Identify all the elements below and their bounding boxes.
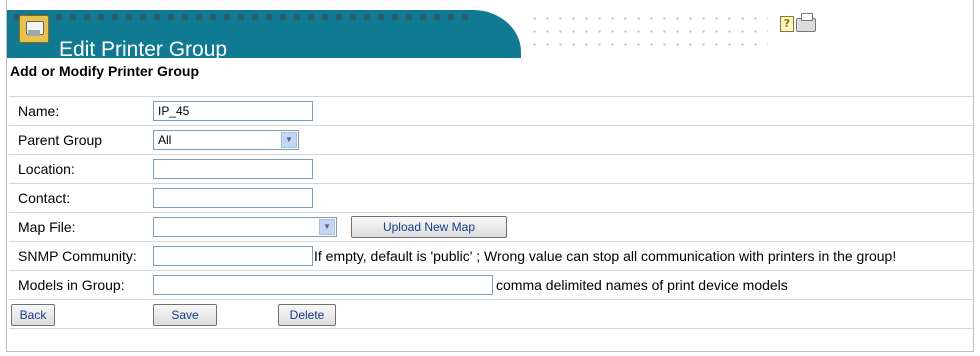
contact-label: Contact: (18, 190, 71, 206)
snmp-community-row: SNMP Community: If empty, default is 'pu… (9, 241, 975, 270)
dot-pattern (528, 12, 768, 56)
name-row: Name: IP_45 (9, 96, 975, 125)
location-row: Location: (9, 154, 975, 183)
name-input[interactable]: IP_45 (153, 101, 313, 121)
contact-input[interactable] (153, 188, 313, 208)
header-banner: Edit Printer Group (7, 10, 521, 58)
location-input[interactable] (153, 159, 313, 179)
models-label: Models in Group: (18, 277, 125, 293)
map-file-select[interactable]: ▼ (153, 217, 337, 237)
contact-row: Contact: (9, 183, 975, 212)
map-file-row: Map File: ▼ Upload New Map (9, 212, 975, 241)
banner-decoration (14, 14, 474, 20)
parent-group-label: Parent Group (18, 132, 103, 148)
models-input[interactable] (153, 275, 493, 295)
snmp-community-hint: If empty, default is 'public' ; Wrong va… (314, 248, 897, 264)
parent-group-select[interactable]: All ▼ (153, 130, 299, 150)
location-label: Location: (18, 161, 75, 177)
chevron-down-icon[interactable]: ▼ (281, 132, 297, 148)
section-title: Add or Modify Printer Group (10, 63, 199, 79)
upload-new-map-button[interactable]: Upload New Map (351, 216, 507, 238)
models-hint: comma delimited names of print device mo… (496, 277, 788, 293)
page-title: Edit Printer Group (59, 38, 228, 58)
parent-group-row: Parent Group All ▼ (9, 125, 975, 154)
map-file-label: Map File: (18, 219, 76, 235)
parent-group-value: All (158, 133, 172, 147)
help-icon[interactable]: ? (780, 16, 794, 32)
models-row: Models in Group: comma delimited names o… (9, 270, 975, 299)
printer-icon[interactable] (796, 13, 816, 32)
snmp-community-label: SNMP Community: (18, 248, 137, 264)
chevron-down-icon[interactable]: ▼ (319, 219, 335, 235)
delete-button[interactable]: Delete (278, 304, 336, 326)
snmp-community-input[interactable] (153, 246, 313, 266)
actions-row: Back Save Delete (9, 299, 975, 329)
save-button[interactable]: Save (153, 304, 217, 326)
printer-group-icon (19, 15, 49, 43)
name-label: Name: (18, 103, 60, 119)
back-button[interactable]: Back (11, 304, 55, 326)
